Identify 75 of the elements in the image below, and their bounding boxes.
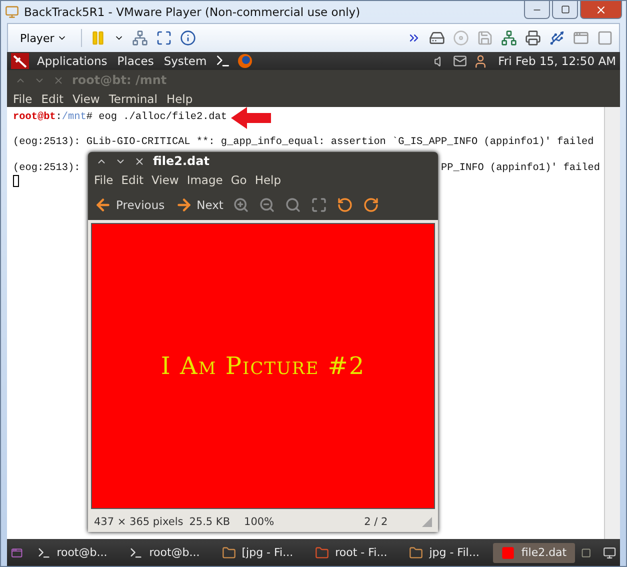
info-icon[interactable]: [180, 30, 196, 46]
menu-item[interactable]: View: [152, 173, 179, 187]
image-position: 2 / 2: [364, 516, 388, 528]
panel-menu[interactable]: Applications: [35, 54, 110, 68]
zoom-in-icon[interactable]: [233, 197, 250, 213]
terminal-command: eog ./alloc/file2.dat: [98, 111, 228, 124]
terminal-cursor: [13, 175, 19, 187]
terminal-output: (eog:2513): GLib-GIO-CRITICAL **: g_app_info_equal: assertion `G_IS_APP_INFO (appinfo1)' failed: [13, 136, 594, 149]
window-icon[interactable]: [573, 30, 589, 46]
dragon-logo-icon[interactable]: [11, 53, 29, 69]
menu-item[interactable]: Terminal: [108, 92, 158, 106]
terminal-output: PP_INFO (appinfo1)' failed: [441, 162, 600, 175]
file-size: 25.5 KB: [189, 516, 230, 528]
window-title: BackTrack5R1 - VMware Player (Non-commercial use only): [24, 5, 360, 19]
taskbar-item[interactable]: [jpg - Fi...: [214, 542, 302, 562]
panel-menu[interactable]: Places: [115, 54, 156, 68]
toolbar-button[interactable]: Previous: [94, 196, 165, 214]
zoom-level: 100%: [244, 516, 274, 528]
taskbar-item[interactable]: root@b...: [28, 542, 116, 562]
vmware-logo-icon: [5, 5, 19, 19]
mail-icon[interactable]: [453, 54, 468, 68]
menu-item[interactable]: Edit: [41, 92, 64, 106]
menu-item[interactable]: Edit: [121, 173, 144, 187]
panel-icon[interactable]: [597, 30, 613, 46]
zoom-fit-icon[interactable]: [311, 197, 328, 213]
terminal-title: root@bt: /mnt: [72, 73, 167, 87]
panel-menu[interactable]: System: [162, 54, 209, 68]
image-dimensions: 437 × 365 pixels: [94, 516, 184, 528]
hard-drive-icon[interactable]: [429, 30, 445, 46]
menu-item[interactable]: File: [13, 92, 32, 106]
picture-caption: I Am Picture #2: [160, 352, 366, 380]
image-icon: [501, 546, 516, 560]
close-icon[interactable]: [134, 156, 145, 166]
close-icon: [595, 4, 607, 16]
terminal-output: (eog:2513):: [13, 162, 80, 175]
usb-icon[interactable]: [549, 30, 565, 46]
maximize-icon: [560, 5, 570, 14]
menu-item[interactable]: View: [72, 92, 100, 106]
close-button[interactable]: [580, 1, 622, 19]
right-arrow-icon: [174, 196, 193, 214]
player-menu-button[interactable]: Player: [14, 32, 74, 44]
menu-item[interactable]: File: [94, 173, 114, 187]
printer-icon[interactable]: [525, 30, 541, 46]
fullscreen-icon[interactable]: [156, 30, 172, 46]
rotate-right-icon[interactable]: [363, 197, 380, 213]
resize-grip-icon[interactable]: [422, 517, 432, 527]
network-icon[interactable]: [501, 30, 517, 46]
clock[interactable]: Fri Feb 15, 12:50 AM: [498, 54, 616, 68]
taskbar-item[interactable]: root@b...: [121, 542, 208, 562]
toolbar-button[interactable]: Next: [174, 196, 224, 214]
user-icon[interactable]: [473, 54, 488, 68]
terminal-icon: [129, 546, 144, 560]
rotate-left-icon[interactable]: [337, 197, 354, 213]
taskbar-item[interactable]: file2.dat: [493, 542, 575, 562]
menu-item[interactable]: Go: [230, 173, 247, 187]
firefox-icon[interactable]: [236, 53, 253, 69]
magnifier-icon[interactable]: [285, 197, 302, 213]
arrow-icon: [231, 106, 272, 128]
maximize-button[interactable]: [552, 1, 578, 19]
taskbar-item[interactable]: root - Fi...: [307, 542, 396, 562]
taskbar-item[interactable]: jpg - Fil...: [401, 542, 488, 562]
workspace-icon[interactable]: [580, 546, 591, 560]
menu-item[interactable]: Image: [186, 173, 223, 187]
menu-item[interactable]: Help: [166, 92, 193, 106]
folder-icon: [315, 546, 330, 560]
zoom-out-icon[interactable]: [259, 197, 276, 213]
folder-icon: [222, 546, 236, 560]
terminal-prompt: root@bt:/mnt#: [13, 111, 93, 124]
terminal-icon: [36, 546, 51, 560]
scrollbar[interactable]: [604, 107, 620, 539]
network-icon[interactable]: [132, 30, 148, 46]
viewer-title: file2.dat: [153, 154, 210, 168]
folder-icon: [409, 546, 424, 560]
menu-item[interactable]: Help: [254, 173, 282, 187]
terminal-icon[interactable]: [214, 53, 231, 69]
